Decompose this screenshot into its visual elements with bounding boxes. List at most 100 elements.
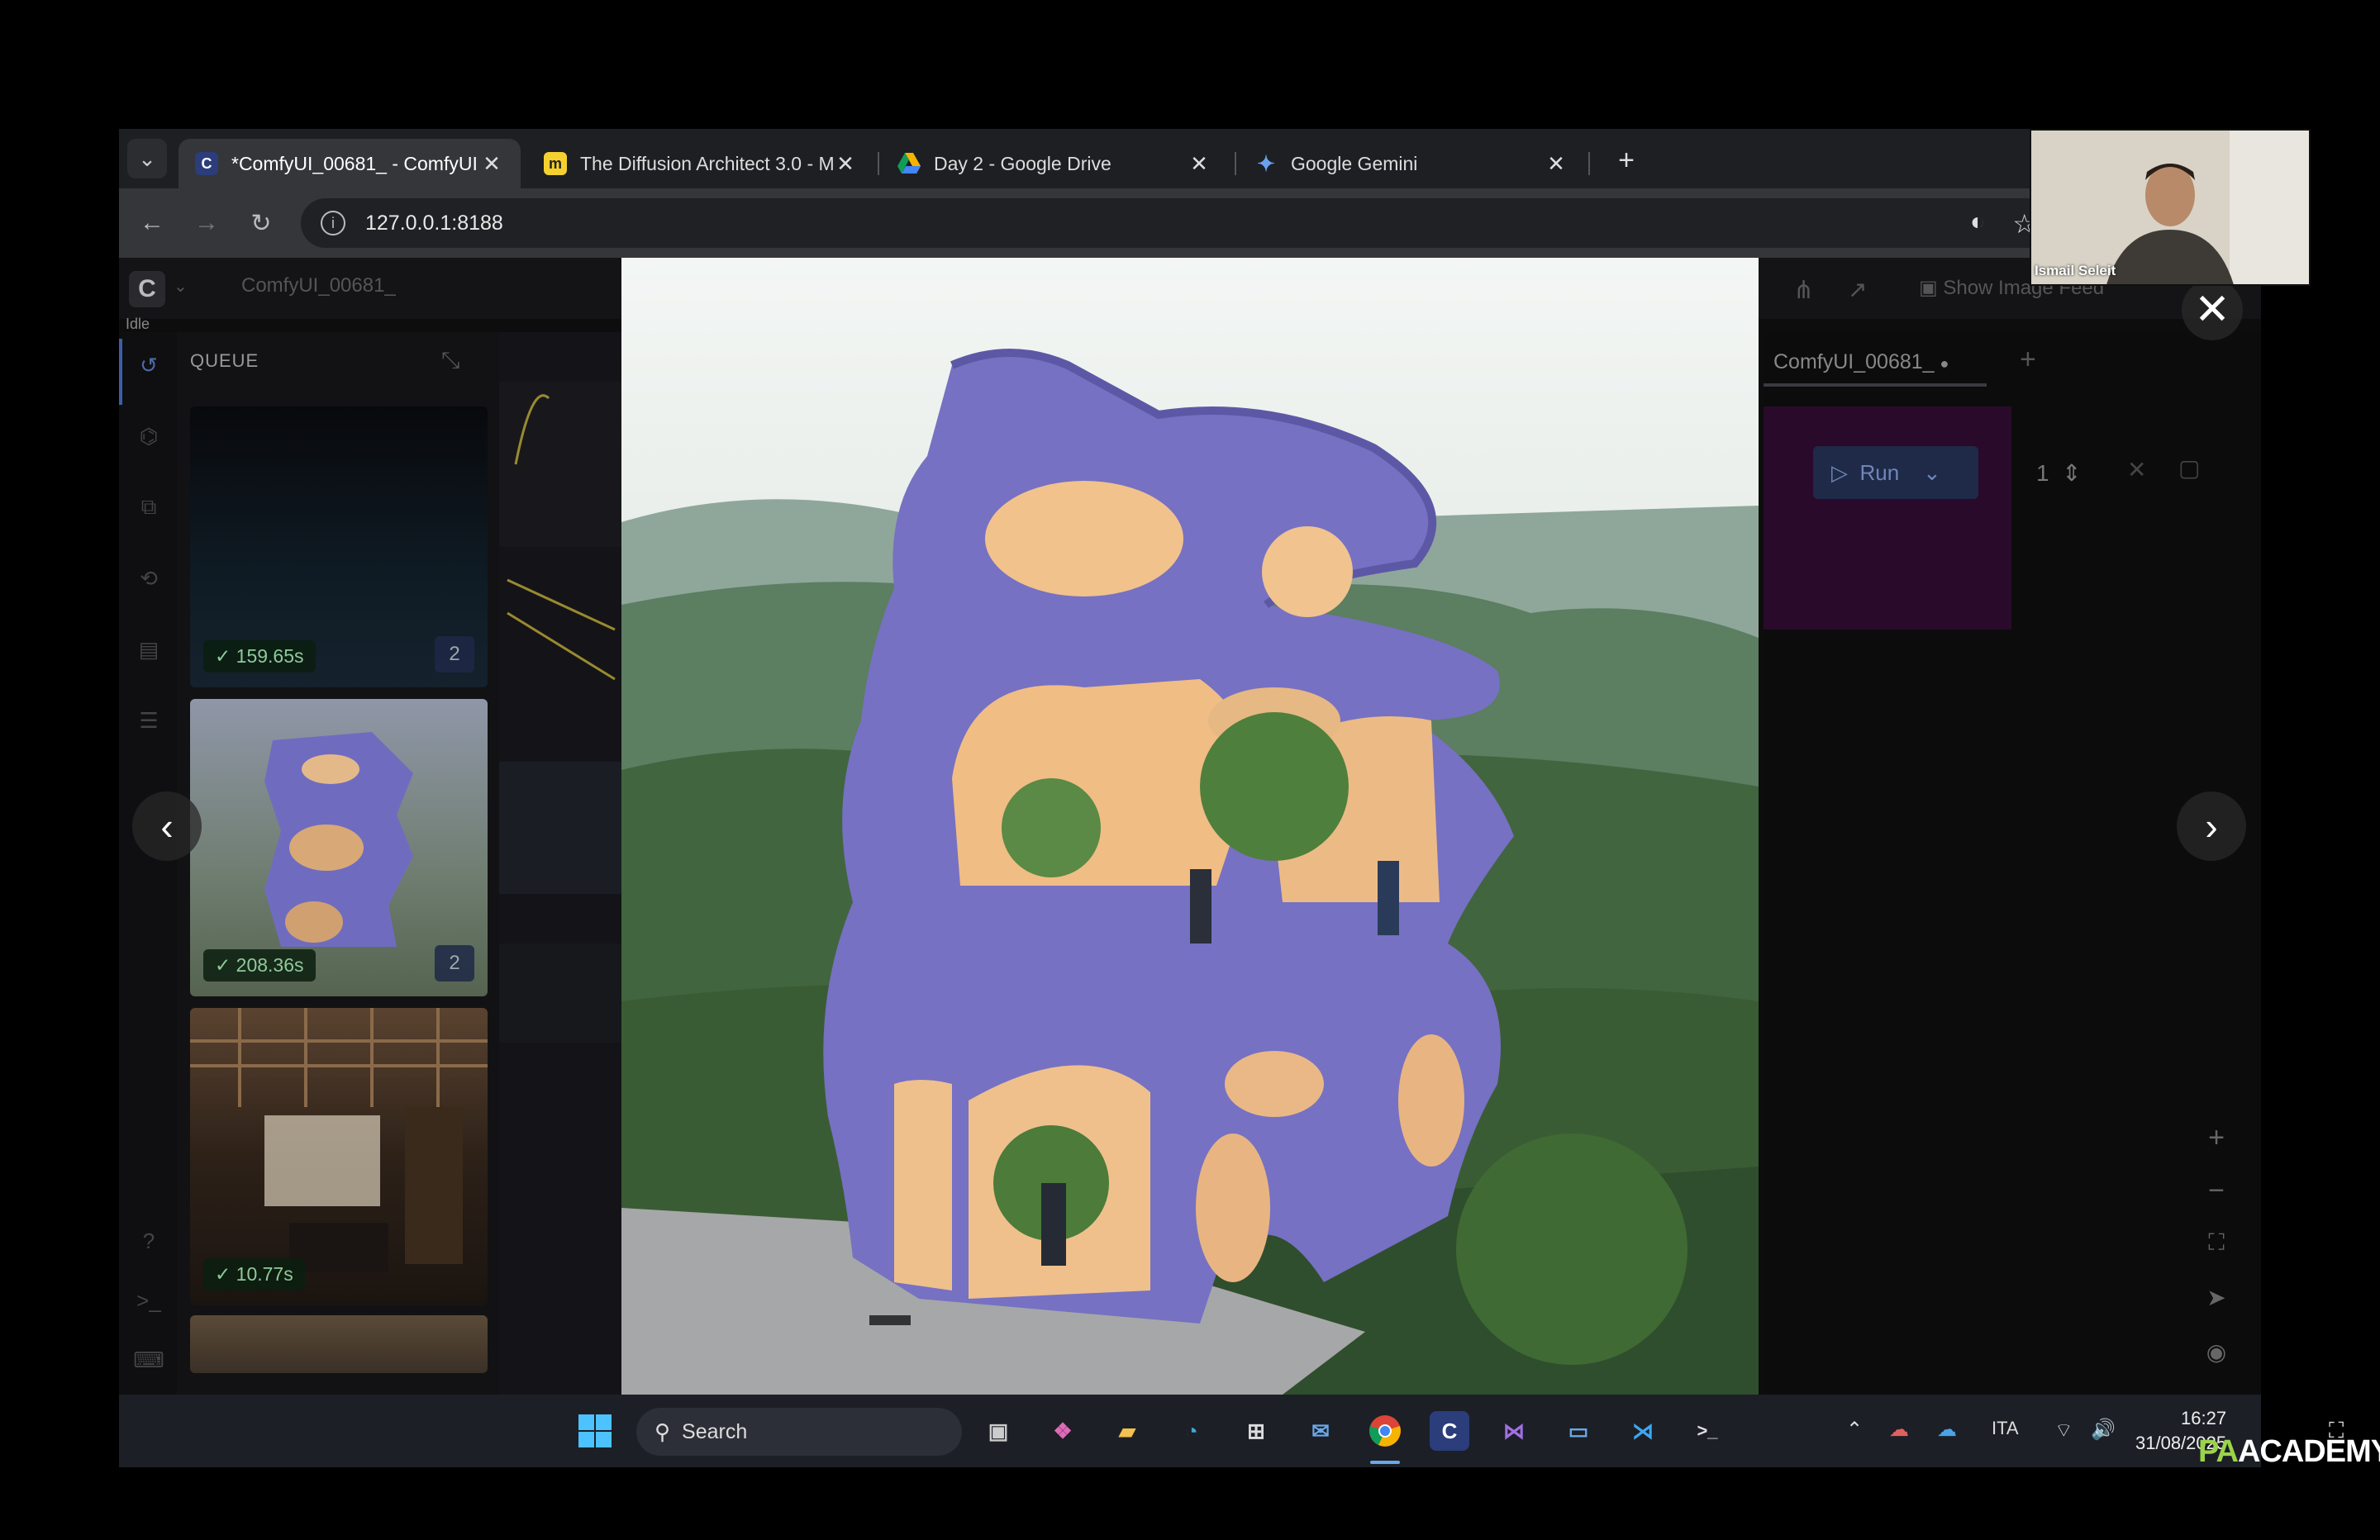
branch-icon[interactable]: ⋔ [1793,276,1814,305]
chrome-icon[interactable] [1365,1411,1405,1451]
collapse-icon[interactable]: ⤡ [441,347,459,374]
tab-gemini[interactable]: ✦ Google Gemini ✕ [1238,139,1585,188]
academy-watermark: PAACADEMY [2198,1434,2380,1470]
reload-icon[interactable]: ↻ [243,205,279,241]
vscode-icon[interactable]: ⋊ [1623,1411,1663,1451]
copilot-icon[interactable]: ❖ [1043,1411,1083,1451]
language-indicator[interactable]: ITA [1992,1418,2019,1439]
volume-icon[interactable]: 🔊 [2091,1418,2116,1442]
new-workflow-tab-button[interactable]: + [2020,344,2036,376]
thumbnail-building [264,732,413,947]
active-indicator [119,339,122,405]
run-button[interactable]: ▷ Run ⌄ [1813,446,1978,499]
comfyui-taskbar-icon[interactable]: C [1430,1411,1469,1451]
templates-icon[interactable]: ☰ [136,707,162,734]
outlook-icon[interactable]: ✉ [1301,1411,1340,1451]
help-icon[interactable]: ? [136,1228,162,1254]
lightbox-image[interactable] [621,258,1759,1395]
tab-separator [1588,152,1590,175]
queue-title: QUEUE [190,350,259,371]
time-value: 159.65s [236,645,304,667]
workflow-panel: ComfyUI_00681_ ● + ▷ Run ⌄ 1 ⇕ ✕ ▢ + − ⛶… [1764,332,2261,1467]
onedrive-icon[interactable]: ☁ [1937,1418,1957,1442]
zoom-in-icon[interactable]: + [2200,1122,2233,1154]
terminal-taskbar-icon[interactable]: >_ [1687,1411,1727,1451]
status-text: Idle [126,316,150,332]
task-view-icon[interactable]: ▣ [978,1411,1018,1451]
queue-item[interactable]: ✓ 159.65s 2 [190,406,488,687]
google-drive-icon [897,152,921,175]
image-icon[interactable]: ▤ [136,636,162,663]
queue-item-count: 2 [435,636,474,673]
screen-capture-icon[interactable]: ⛶ [2329,1418,2344,1444]
close-icon[interactable]: ✕ [1187,151,1211,177]
back-arrow-icon[interactable]: ← [134,205,170,241]
url-text: 127.0.0.1:8188 [365,211,503,235]
visual-studio-icon[interactable]: ⋈ [1494,1411,1534,1451]
queue-item[interactable]: ✓ 10.77s [190,1008,488,1305]
batch-count-field[interactable]: 1 ⇕ [2036,459,2082,487]
stop-icon[interactable]: ▢ [2178,454,2200,482]
watermark-rest: ACADEMY [2237,1434,2380,1469]
node-canvas[interactable] [499,332,623,1467]
tab-comfyui[interactable]: C *ComfyUI_00681_ - ComfyUI ✕ [178,139,521,188]
gemini-icon: ✦ [1257,150,1275,176]
cancel-icon[interactable]: ✕ [2127,456,2146,483]
wifi-icon[interactable]: ⌔ [2054,1418,2073,1443]
chevron-up-icon[interactable]: ⌃ [1846,1418,1863,1442]
edge-icon[interactable]: ◔ [1172,1411,1211,1451]
active-app-indicator [1370,1461,1400,1464]
history-icon[interactable]: ↺ [136,352,162,378]
next-image-button[interactable]: › [2177,791,2246,861]
tab-google-drive[interactable]: Day 2 - Google Drive ✕ [881,139,1228,188]
queue-item-time: ✓ 159.65s [203,640,316,673]
windows-taskbar: ⚲ Search ▣ ❖ ▰ ◔ ⊞ ✉ C ⋈ ▭ ⋊ >_ ⌃ ☁ ☁ IT… [119,1395,2261,1467]
workflow-name: ComfyUI_00681_ [241,274,396,297]
run-label: Run [1859,459,1900,485]
pointer-icon[interactable]: ➤ [2200,1284,2233,1311]
time-value: 10.77s [236,1263,293,1285]
participant-name: Ismail Seleit [2035,263,2116,278]
previous-image-button[interactable]: ‹ [132,791,202,861]
tab-search-button[interactable]: ⌄ [127,139,167,178]
chevron-down-icon[interactable]: ⌄ [174,276,188,297]
share-icon[interactable]: ↗ [1848,276,1867,303]
queue-item[interactable] [190,1315,488,1373]
close-lightbox-button[interactable]: ✕ [2182,279,2243,340]
left-sidebar: ↺ ⌬ ⧉ ⟲ ▤ ☰ ? >_ ⌨ [119,332,177,1467]
site-info-icon[interactable]: i [321,211,345,235]
workflow-tab[interactable]: ComfyUI_00681_ ● [1773,350,1949,374]
clock-time: 16:27 [2181,1408,2227,1428]
tab-title: Google Gemini [1291,152,1418,174]
cloud-alert-icon[interactable]: ☁ [1889,1418,1909,1442]
workflow-icon[interactable]: ⟲ [136,565,162,592]
windows-start-icon[interactable] [575,1411,615,1451]
address-bar[interactable]: i 127.0.0.1:8188 ☆ [301,198,2069,248]
comfyui-logo-icon[interactable]: C [129,271,165,307]
taskbar-search[interactable]: ⚲ Search [636,1408,962,1456]
tab-strip: ⌄ C *ComfyUI_00681_ - ComfyUI ✕ m The Di… [119,129,2261,188]
close-icon[interactable]: ✕ [479,151,504,177]
comfyui-logo-icon: C [195,152,218,175]
window-app-icon[interactable]: ▭ [1559,1411,1598,1451]
tab-miro[interactable]: m The Diffusion Architect 3.0 - Mi ✕ [527,139,874,188]
close-icon[interactable]: ✕ [1544,151,1568,177]
fit-view-icon[interactable]: ⛶ [2200,1229,2233,1257]
browser-toolbar: ← → ↻ i 127.0.0.1:8188 ☆ ◐ [119,188,2261,258]
webcam-overlay: Ismail Seleit [2030,129,2311,286]
node-library-icon[interactable]: ⧉ [136,494,162,520]
keyboard-icon[interactable]: ⌨ [133,1347,164,1373]
file-explorer-icon[interactable]: ▰ [1107,1411,1147,1451]
zoom-out-icon[interactable]: − [2200,1175,2233,1207]
forward-arrow-icon[interactable]: → [188,205,225,241]
batch-count-value: 1 [2036,460,2049,486]
extension-icon[interactable]: ◐ [1970,208,1985,236]
tab-title: *ComfyUI_00681_ - ComfyUI [231,152,478,174]
model-icon[interactable]: ⌬ [136,423,162,449]
store-icon[interactable]: ⊞ [1236,1411,1276,1451]
queue-item[interactable]: ✓ 208.36s 2 [190,699,488,996]
terminal-icon[interactable]: >_ [136,1287,162,1314]
eye-icon[interactable]: ◉ [2200,1338,2233,1366]
close-icon[interactable]: ✕ [833,151,858,177]
new-tab-button[interactable]: + [1606,140,1646,180]
